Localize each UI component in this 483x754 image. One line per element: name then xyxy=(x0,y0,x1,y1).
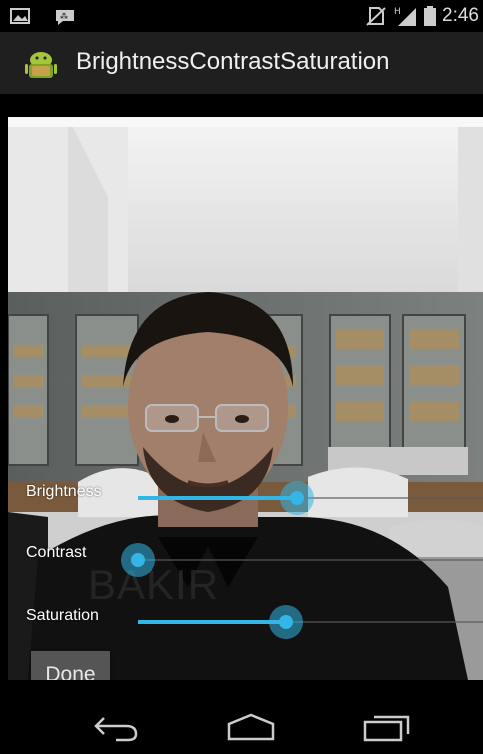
battery-icon xyxy=(424,6,436,26)
messenger-notification-icon: ⁂ xyxy=(56,10,74,25)
saturation-label: Saturation xyxy=(26,607,99,624)
saturation-slider[interactable] xyxy=(138,602,483,642)
svg-text:⁂: ⁂ xyxy=(60,11,68,21)
android-app-icon[interactable] xyxy=(24,50,58,82)
brightness-slider[interactable] xyxy=(138,478,483,518)
brightness-thumb-core xyxy=(289,491,304,505)
no-sim-icon xyxy=(366,7,386,26)
svg-text:H: H xyxy=(394,7,401,17)
back-icon[interactable] xyxy=(92,712,140,742)
action-bar: BrightnessContrastSaturation xyxy=(0,32,483,94)
brightness-fill xyxy=(138,496,297,500)
contrast-thumb-core xyxy=(131,553,145,567)
brightness-label: Brightness xyxy=(26,483,102,500)
saturation-fill xyxy=(138,620,287,624)
contrast-slider[interactable] xyxy=(121,540,483,580)
home-icon[interactable] xyxy=(226,712,276,742)
status-bar: ⁂ H 2:46 xyxy=(0,0,483,32)
camera-preview: BAKIR xyxy=(8,117,483,680)
contrast-track xyxy=(138,559,483,561)
app-title: BrightnessContrastSaturation xyxy=(76,48,390,75)
image-notification-icon xyxy=(10,8,30,24)
camera-preview-image xyxy=(8,117,483,680)
preview-top-gap xyxy=(0,94,483,117)
contrast-label: Contrast xyxy=(26,544,87,561)
signal-icon: H xyxy=(394,7,416,26)
clock: 2:46 xyxy=(442,5,479,26)
recent-apps-icon[interactable] xyxy=(362,712,412,742)
